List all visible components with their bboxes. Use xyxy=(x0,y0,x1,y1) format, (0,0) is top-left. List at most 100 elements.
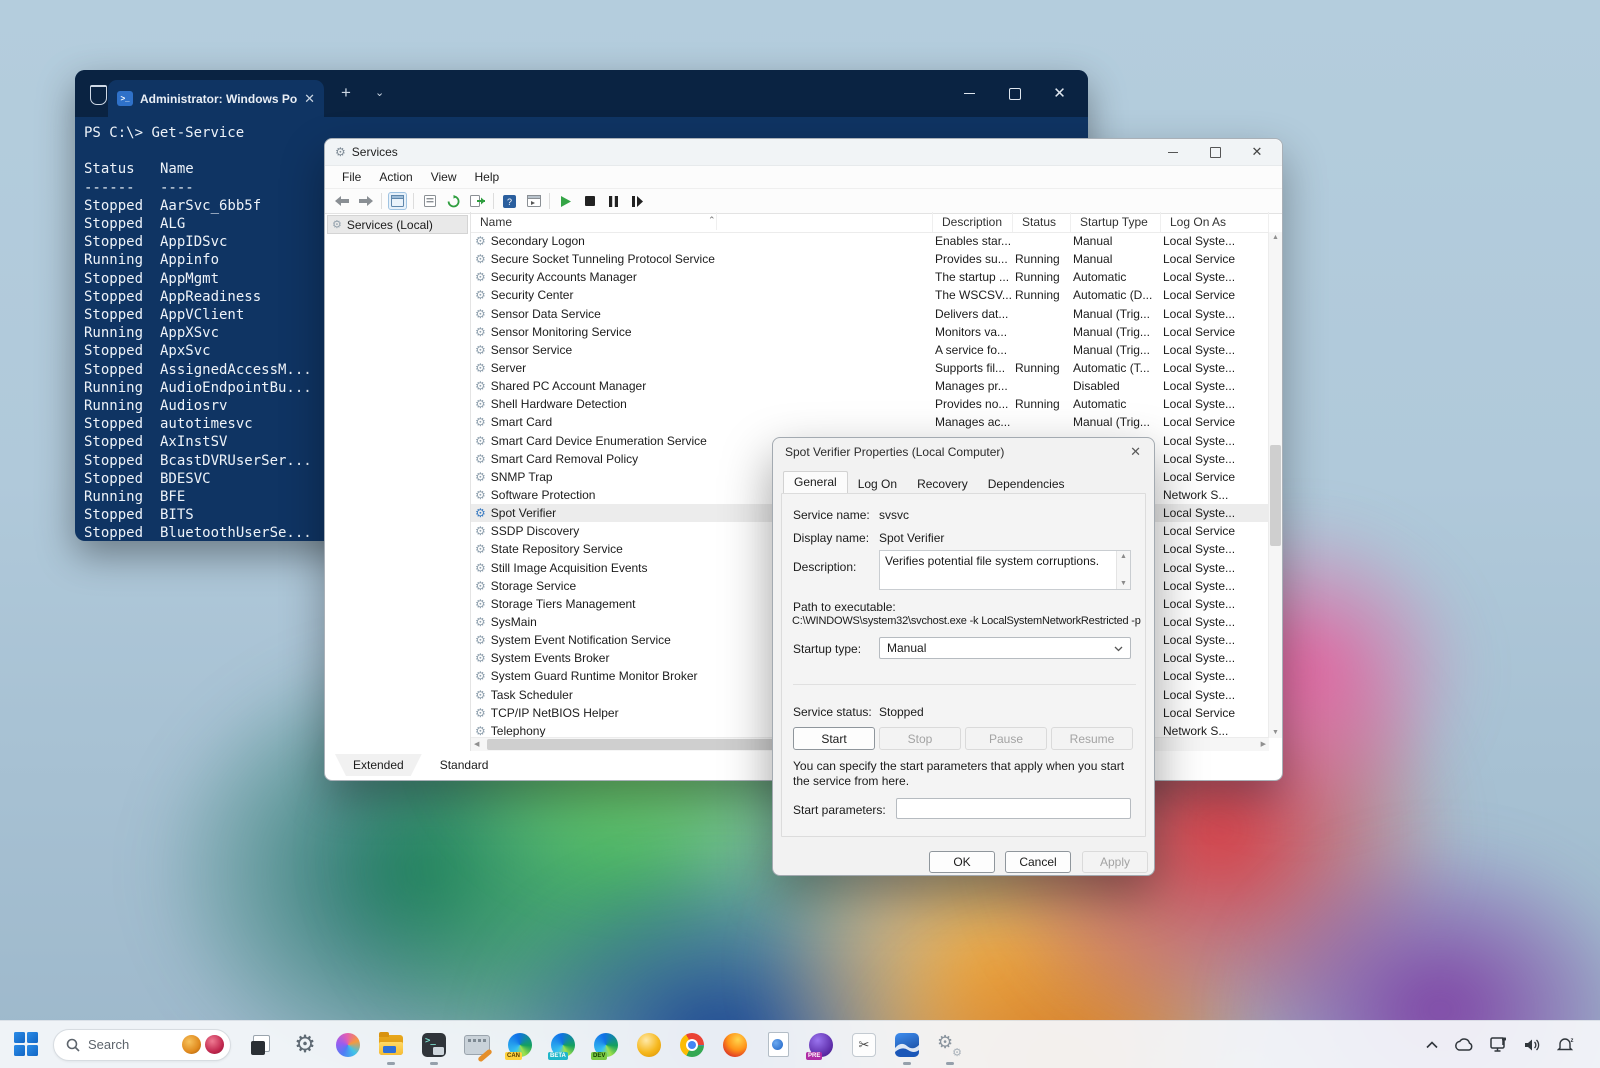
tab-general[interactable]: General xyxy=(783,471,848,494)
service-row[interactable]: ⚙Sensor ServiceA service fo...Manual (Tr… xyxy=(471,341,1269,359)
help-icon[interactable]: ? xyxy=(501,193,518,209)
forward-icon[interactable] xyxy=(357,193,374,209)
column-header-status[interactable]: Status xyxy=(1013,212,1071,232)
chrome-icon[interactable] xyxy=(679,1032,705,1058)
terminal-icon[interactable]: >_ xyxy=(421,1032,447,1058)
service-row[interactable]: ⚙Secure Socket Tunneling Protocol Servic… xyxy=(471,250,1269,268)
tray-chevron-up-icon[interactable] xyxy=(1426,1041,1438,1049)
edge-canary-icon[interactable]: CAN xyxy=(507,1032,533,1058)
scroll-down-icon[interactable]: ▼ xyxy=(1269,729,1282,736)
pause-service-icon[interactable] xyxy=(605,193,622,209)
tab-recovery[interactable]: Recovery xyxy=(907,475,978,494)
column-header-description[interactable]: Description xyxy=(933,212,1013,232)
chrome-canary-icon[interactable] xyxy=(636,1032,662,1058)
cancel-button[interactable]: Cancel xyxy=(1005,851,1071,873)
tree-item-services-local[interactable]: ⚙ Services (Local) xyxy=(327,215,468,234)
new-tab-button[interactable]: + xyxy=(341,83,351,103)
services-maximize-button[interactable] xyxy=(1194,139,1236,165)
service-row[interactable]: ⚙ServerSupports fil...RunningAutomatic (… xyxy=(471,359,1269,377)
service-row[interactable]: ⚙Security Accounts ManagerThe startup ..… xyxy=(471,268,1269,286)
tab-extended[interactable]: Extended xyxy=(335,754,422,776)
column-header-logon-as[interactable]: Log On As xyxy=(1161,212,1269,232)
service-row[interactable]: ⚙Secondary LogonEnables star...ManualLoc… xyxy=(471,232,1269,250)
ok-button[interactable]: OK xyxy=(929,851,995,873)
terminal-maximize-button[interactable] xyxy=(992,70,1037,117)
photos-app-icon[interactable] xyxy=(894,1032,920,1058)
menu-view[interactable]: View xyxy=(422,170,466,184)
services-minimize-button[interactable] xyxy=(1152,139,1194,165)
column-header-startup-type[interactable]: Startup Type xyxy=(1071,212,1161,232)
console-root-icon[interactable] xyxy=(389,193,406,209)
restart-service-icon[interactable] xyxy=(629,193,646,209)
menu-action[interactable]: Action xyxy=(370,170,421,184)
services-app-icon[interactable]: ⚙⚙ xyxy=(937,1032,963,1058)
edge-dev-icon[interactable]: DEV xyxy=(593,1032,619,1058)
service-name-text: AarSvc_6bb5f xyxy=(160,198,261,214)
terminal-titlebar[interactable]: >_ Administrator: Windows Powe ✕ + ⌄ ✕ xyxy=(75,70,1088,117)
service-logon-cell: Network S... xyxy=(1161,488,1269,502)
terminal-close-button[interactable]: ✕ xyxy=(1037,70,1082,117)
back-icon[interactable] xyxy=(333,193,350,209)
terminal-minimize-button[interactable] xyxy=(947,70,992,117)
dialog-tabs: General Log On Recovery Dependencies xyxy=(783,472,1075,494)
service-row[interactable]: ⚙Shell Hardware DetectionProvides no...R… xyxy=(471,395,1269,413)
start-button[interactable] xyxy=(14,1032,39,1057)
service-row[interactable]: ⚙Sensor Monitoring ServiceMonitors va...… xyxy=(471,323,1269,341)
menu-help[interactable]: Help xyxy=(466,170,509,184)
description-field[interactable]: Verifies potential file system corruptio… xyxy=(879,550,1131,590)
volume-icon[interactable] xyxy=(1524,1038,1541,1052)
html-document-icon[interactable] xyxy=(765,1032,791,1058)
start-service-icon[interactable] xyxy=(557,193,574,209)
network-icon[interactable] xyxy=(1490,1037,1508,1053)
dialog-close-button[interactable]: ✕ xyxy=(1130,444,1141,460)
stop-service-icon[interactable] xyxy=(581,193,598,209)
services-close-button[interactable]: ✕ xyxy=(1236,139,1278,165)
scroll-up-icon[interactable]: ▲ xyxy=(1269,234,1282,241)
search-highlight-fruit-icon-2[interactable] xyxy=(205,1035,224,1054)
vertical-scroll-thumb[interactable] xyxy=(1270,445,1281,546)
service-row[interactable]: ⚙Shared PC Account ManagerManages pr...D… xyxy=(471,377,1269,395)
start-button[interactable]: Start xyxy=(793,727,875,750)
scroll-left-icon[interactable]: ◀ xyxy=(474,740,479,748)
tab-standard[interactable]: Standard xyxy=(422,754,507,776)
start-parameters-input[interactable] xyxy=(896,798,1131,819)
file-explorer-icon[interactable] xyxy=(378,1032,404,1058)
notifications-dnd-icon[interactable]: z xyxy=(1557,1037,1574,1052)
vertical-scrollbar[interactable]: ▲ ▼ xyxy=(1268,232,1282,738)
tab-dependencies[interactable]: Dependencies xyxy=(978,475,1075,494)
browser-pre-release-icon[interactable]: PRE xyxy=(808,1032,834,1058)
tab-close-icon[interactable]: ✕ xyxy=(304,92,315,105)
settings-icon[interactable]: ⚙ xyxy=(292,1032,318,1058)
firefox-icon[interactable] xyxy=(722,1032,748,1058)
services-titlebar[interactable]: ⚙ Services ✕ xyxy=(325,139,1282,166)
startup-type-dropdown[interactable]: Manual xyxy=(879,637,1131,659)
service-row[interactable]: ⚙Sensor Data ServiceDelivers dat...Manua… xyxy=(471,305,1269,323)
tab-log-on[interactable]: Log On xyxy=(848,475,907,494)
show-hide-pane-icon[interactable] xyxy=(525,193,542,209)
services-toolbar: ? xyxy=(325,189,1282,214)
service-status-text: Stopped xyxy=(84,433,160,451)
dialog-titlebar[interactable]: Spot Verifier Properties (Local Computer… xyxy=(773,438,1154,465)
edge-beta-icon[interactable]: BETA xyxy=(550,1032,576,1058)
tab-dropdown-icon[interactable]: ⌄ xyxy=(375,86,384,99)
task-view-icon[interactable] xyxy=(249,1032,275,1058)
search-highlight-fruit-icon[interactable] xyxy=(182,1035,201,1054)
service-status-cell: Running xyxy=(1013,361,1071,375)
admin-tools-icon[interactable] xyxy=(464,1032,490,1058)
service-row[interactable]: ⚙Security CenterThe WSCSV...RunningAutom… xyxy=(471,286,1269,304)
service-row[interactable]: ⚙Smart CardManages ac...Manual (Trig...L… xyxy=(471,413,1269,431)
scroll-right-icon[interactable]: ▶ xyxy=(1261,740,1266,748)
service-name-label: Security Center xyxy=(491,288,574,302)
copilot-icon[interactable] xyxy=(335,1032,361,1058)
snipping-tool-icon[interactable]: ✂ xyxy=(851,1032,877,1058)
menu-file[interactable]: File xyxy=(333,170,370,184)
terminal-tab[interactable]: >_ Administrator: Windows Powe ✕ xyxy=(108,80,324,117)
onedrive-cloud-icon[interactable] xyxy=(1454,1038,1474,1051)
service-name-text: BluetoothUserSe... xyxy=(160,525,312,541)
refresh-icon[interactable] xyxy=(445,193,462,209)
powershell-icon: >_ xyxy=(117,91,133,106)
search-box[interactable]: Search xyxy=(53,1029,231,1061)
export-list-icon[interactable] xyxy=(469,193,486,209)
description-scrollbar[interactable]: ▲▼ xyxy=(1116,551,1130,589)
properties-icon[interactable] xyxy=(421,193,438,209)
